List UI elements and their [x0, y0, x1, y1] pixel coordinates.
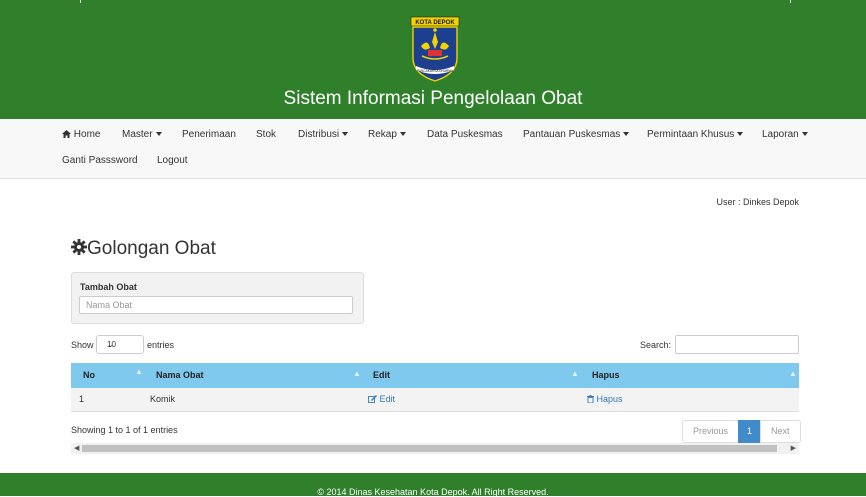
app-title: Sistem Informasi Pengelolaan Obat: [283, 88, 583, 109]
page-title-text: Golongan Obat: [87, 238, 216, 259]
main-navbar: Home Master Penerimaan Stok Distribusi R…: [0, 119, 866, 179]
hapus-link-label: Hapus: [596, 394, 623, 404]
nav-penerimaan-label: Penerimaan: [182, 129, 236, 140]
nav-laporan-label: Laporan: [762, 129, 799, 140]
entries-length-select[interactable]: 10 ⌄: [96, 335, 144, 354]
column-header-edit[interactable]: Edit: [373, 363, 390, 388]
scroll-left-icon[interactable]: ◀: [74, 443, 79, 454]
cell-nama-obat: Komik: [150, 394, 176, 404]
nav-rekap-label: Rekap: [368, 129, 397, 140]
nav-distribusi-label: Distribusi: [298, 129, 340, 140]
nav-rekap[interactable]: Rekap: [368, 129, 406, 140]
caret-down-icon: [342, 132, 349, 137]
sort-asc-icon: ▲: [135, 367, 143, 376]
nav-logout-label: Logout: [157, 155, 188, 166]
show-label: Show: [71, 340, 94, 350]
site-header: KOTA DEPOK PANCAKARSA DHARMA Sistem Info…: [0, 0, 866, 119]
chevron-down-icon: ⌄: [107, 340, 114, 349]
caret-down-icon: [801, 132, 808, 137]
search-input[interactable]: [675, 335, 799, 354]
nav-home[interactable]: Home: [62, 129, 100, 140]
edit-link-label: Edit: [379, 394, 396, 404]
hapus-link[interactable]: Hapus: [587, 388, 623, 411]
scroll-right-icon[interactable]: ▶: [791, 443, 796, 454]
entries-label: entries: [147, 340, 175, 350]
nav-data-puskesmas-label: Data Puskesmas: [427, 129, 503, 140]
nav-permintaan-khusus-label: Permintaan Khusus: [647, 129, 735, 140]
caret-down-icon: [623, 132, 630, 137]
nav-logout[interactable]: Logout: [157, 155, 188, 166]
search-label: Search:: [640, 340, 672, 350]
page-1-button[interactable]: 1: [738, 420, 762, 443]
nav-ganti-password[interactable]: Ganti Passsword: [62, 155, 138, 166]
table-row: 1 Komik Edit Hapus: [71, 388, 799, 412]
logo-ribbon-text: PANCAKARSA DHARMA: [417, 69, 454, 73]
caret-down-icon: [155, 132, 162, 137]
kota-depok-logo: KOTA DEPOK PANCAKARSA DHARMA: [410, 16, 460, 82]
next-page-button[interactable]: Next: [760, 420, 801, 443]
table-header: No ▲ Nama Obat ▲︎ Edit ▲︎ Hapus ▲︎: [71, 363, 799, 388]
table-info: Showing 1 to 1 of 1 entries: [71, 425, 178, 435]
user-info: User : Dinkes Depok: [716, 197, 799, 207]
caret-down-icon: [399, 132, 406, 137]
sort-both-icon: ▲︎: [571, 369, 579, 378]
trash-icon: [587, 395, 594, 404]
nav-data-puskesmas[interactable]: Data Puskesmas: [427, 129, 503, 140]
page-title: Golongan Obat: [71, 238, 216, 260]
nav-laporan[interactable]: Laporan: [762, 129, 808, 140]
sort-both-icon: ▲︎: [789, 369, 797, 378]
home-icon: [62, 130, 71, 138]
sort-both-icon: ▲︎: [353, 369, 361, 378]
cell-no: 1: [79, 394, 85, 404]
column-header-hapus[interactable]: Hapus: [592, 363, 620, 388]
logo-top-text: KOTA DEPOK: [415, 20, 455, 26]
header-divider: [80, 0, 81, 3]
nav-stok[interactable]: Stok: [256, 129, 276, 140]
nav-stok-label: Stok: [256, 129, 277, 140]
nav-penerimaan[interactable]: Penerimaan: [182, 129, 236, 140]
form-label: Tambah Obat: [80, 282, 137, 292]
gear-icon: [71, 239, 87, 255]
column-header-nama-obat[interactable]: Nama Obat: [156, 363, 204, 388]
nav-permintaan-khusus[interactable]: Permintaan Khusus: [647, 129, 744, 140]
nav-master-label: Master: [122, 129, 153, 140]
header-divider: [790, 0, 791, 3]
edit-icon: [368, 395, 377, 403]
column-header-no[interactable]: No: [83, 363, 95, 388]
horizontal-scrollbar[interactable]: ◀ ▶: [71, 443, 799, 454]
nav-home-label: Home: [73, 129, 101, 140]
caret-down-icon: [737, 132, 744, 137]
pagination: Previous 1 Next: [682, 420, 801, 443]
scrollbar-thumb[interactable]: [82, 445, 777, 452]
nav-pantauan-puskesmas-label: Pantauan Puskesmas: [523, 129, 621, 140]
site-footer: © 2014 Dinas Kesehatan Kota Depok. All R…: [0, 473, 866, 497]
nav-distribusi[interactable]: Distribusi: [298, 129, 349, 140]
nav-pantauan-puskesmas[interactable]: Pantauan Puskesmas: [523, 129, 630, 140]
nav-ganti-password-label: Ganti Passsword: [62, 155, 138, 166]
nav-master[interactable]: Master: [122, 129, 162, 140]
add-drug-form: Tambah Obat: [71, 272, 364, 324]
edit-link[interactable]: Edit: [368, 388, 395, 411]
drug-name-input[interactable]: [79, 296, 353, 314]
previous-page-button[interactable]: Previous: [682, 420, 740, 443]
